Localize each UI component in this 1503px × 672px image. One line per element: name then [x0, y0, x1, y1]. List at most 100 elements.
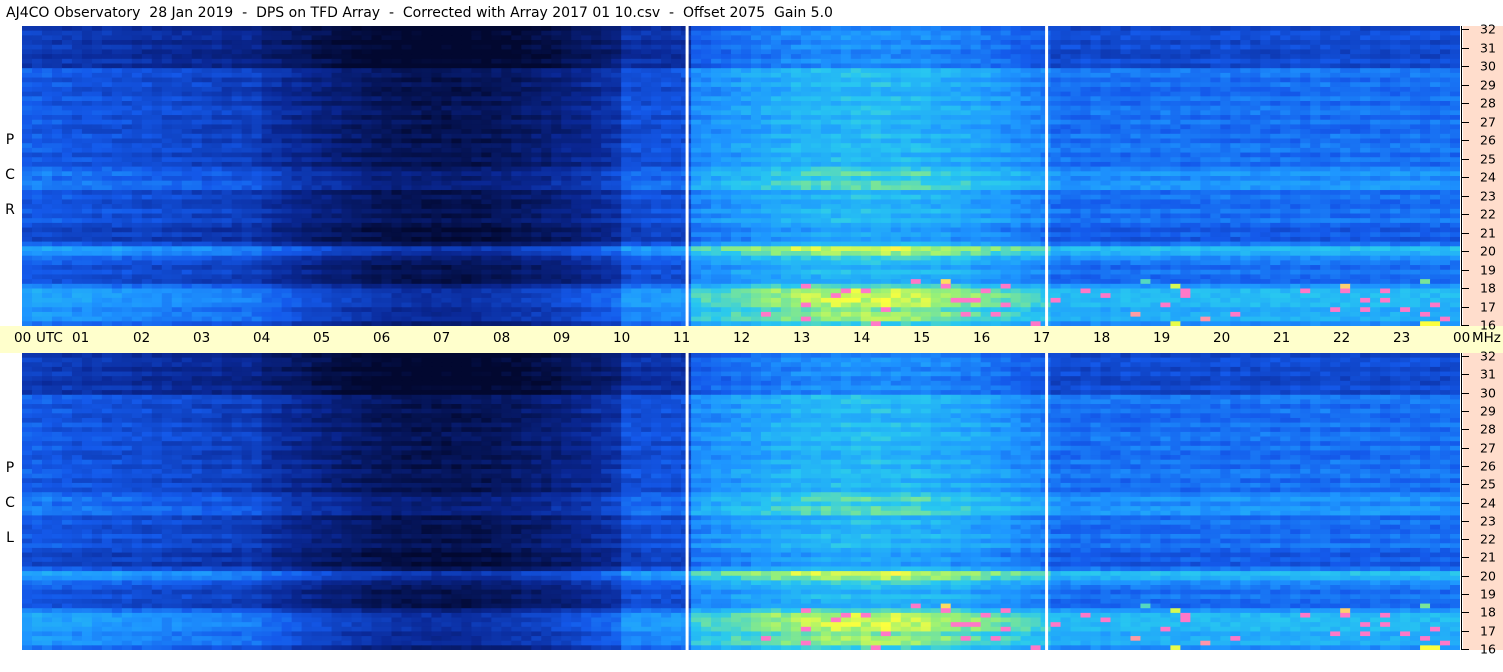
rcp-heat-cell: [591, 58, 602, 65]
rcp-heat-cell: [1390, 166, 1401, 172]
rcp-heat-cell: [780, 110, 792, 116]
rcp-heat-cell: [880, 77, 892, 83]
rcp-heat-cell: [1100, 86, 1112, 93]
rcp-heat-cell: [631, 30, 642, 36]
rcp-heat-cell: [860, 91, 872, 97]
rcp-heat-cell: [940, 124, 952, 130]
rcp-heat-cell: [461, 185, 472, 191]
rcp-heat-cell: [770, 58, 782, 65]
rcp-heat-cell: [151, 58, 163, 65]
rcp-heat-cell: [1210, 68, 1221, 74]
rcp-heat-cell: [1090, 101, 1102, 107]
rcp-heat-cell: [731, 180, 742, 186]
rcp-heat-cell: [1170, 115, 1181, 121]
rcp-heat-cell: [830, 96, 842, 102]
rcp-heat-cell: [780, 77, 792, 83]
rcp-heat-cell: [800, 77, 812, 83]
rcp-heat-cell: [1020, 152, 1032, 158]
rcp-heat-cell: [940, 115, 952, 121]
rcp-heat-cell: [880, 68, 892, 74]
rcp-heat-cell: [1400, 119, 1411, 126]
rcp-heat-cell: [860, 147, 872, 154]
rcp-heat-cell: [321, 49, 333, 55]
rcp-heat-cell: [241, 138, 253, 144]
rcp-heat-cell: [1140, 101, 1152, 107]
rcp-heat-cell: [501, 54, 512, 60]
rcp-heat-cell: [1300, 119, 1311, 126]
rcp-heat-cell: [631, 96, 642, 102]
rcp-heat-cell: [1350, 115, 1361, 121]
rcp-heat-cell: [1180, 86, 1191, 93]
rcp-heat-cell: [1300, 86, 1311, 93]
rcp-heat-cell: [1230, 30, 1241, 36]
rcp-heat-cell: [621, 105, 632, 111]
rcp-heat-cell: [221, 58, 233, 65]
rcp-heat-cell: [1010, 26, 1022, 32]
rcp-heat-cell: [860, 166, 872, 172]
rcp-heat-cell: [830, 40, 842, 46]
rcp-heat-cell: [581, 91, 592, 97]
rcp-heat-cell: [501, 176, 512, 182]
rcp-heat-cell: [920, 35, 932, 41]
rcp-heat-cell: [1210, 49, 1221, 55]
rcp-heat-cell: [41, 86, 53, 93]
rcp-heat-cell: [1220, 30, 1231, 36]
rcp-heat-cell: [770, 176, 782, 182]
rcp-heat-cell: [1090, 152, 1102, 158]
rcp-heat-cell: [870, 77, 882, 83]
rcp-heat-cell: [920, 119, 932, 126]
rcp-heat-cell: [1180, 138, 1191, 144]
rcp-heat-cell: [1180, 58, 1191, 65]
rcp-heat-cell: [261, 40, 273, 46]
rcp-heat-cell: [1320, 115, 1331, 121]
rcp-heat-cell: [671, 157, 682, 163]
rcp-heat-cell: [341, 157, 353, 163]
rcp-heat-cell: [1230, 152, 1241, 158]
rcp-heat-cell: [1120, 138, 1132, 144]
rcp-heat-cell: [461, 54, 472, 60]
rcp-heat-cell: [1420, 171, 1431, 177]
rcp-heat-cell: [611, 129, 622, 135]
rcp-heat-cell: [950, 161, 962, 168]
rcp-heat-cell: [1200, 147, 1211, 154]
rcp-heat-cell: [81, 68, 93, 74]
rcp-heat-cell: [741, 44, 752, 51]
rcp-heat-cell: [840, 101, 852, 107]
rcp-heat-cell: [121, 138, 133, 144]
rcp-heat-cell: [611, 180, 622, 186]
rcp-heat-cell: [910, 30, 922, 36]
rcp-heat-cell: [371, 72, 383, 79]
rcp-heat-cell: [221, 124, 233, 130]
rcp-heat-cell: [1290, 180, 1301, 186]
rcp-heat-cell: [1340, 115, 1351, 121]
rcp-heat-cell: [81, 171, 93, 177]
rcp-heat-cell: [1140, 54, 1152, 60]
rcp-heat-cell: [990, 82, 1002, 88]
rcp-heat-cell: [351, 171, 363, 177]
rcp-heat-cell: [301, 58, 313, 65]
rcp-heat-cell: [261, 157, 273, 163]
rcp-heat-cell: [571, 54, 582, 60]
rcp-heat-cell: [721, 49, 732, 55]
rcp-heat-cell: [181, 119, 193, 126]
rcp-heat-cell: [301, 40, 313, 46]
rcp-heat-cell: [1370, 147, 1381, 154]
rcp-heat-cell: [1220, 91, 1231, 97]
rcp-heat-cell: [840, 63, 852, 69]
rcp-heat-cell: [121, 35, 133, 41]
rcp-heat-cell: [970, 101, 982, 107]
rcp-heat-cell: [1070, 96, 1082, 102]
rcp-heat-cell: [1180, 35, 1191, 41]
rcp-heat-cell: [1330, 171, 1341, 177]
rcp-heat-cell: [1350, 105, 1361, 111]
rcp-heat-cell: [960, 30, 972, 36]
rcp-heat-cell: [51, 63, 63, 69]
rcp-heat-cell: [91, 101, 103, 107]
rcp-heat-cell: [521, 171, 532, 177]
rcp-heat-cell: [1450, 54, 1460, 60]
rcp-heat-cell: [1070, 157, 1082, 163]
rcp-heat-cell: [1090, 68, 1102, 74]
rcp-heat-cell: [1180, 180, 1191, 186]
rcp-heat-cell: [1350, 124, 1361, 130]
rcp-heat-cell: [461, 72, 472, 79]
